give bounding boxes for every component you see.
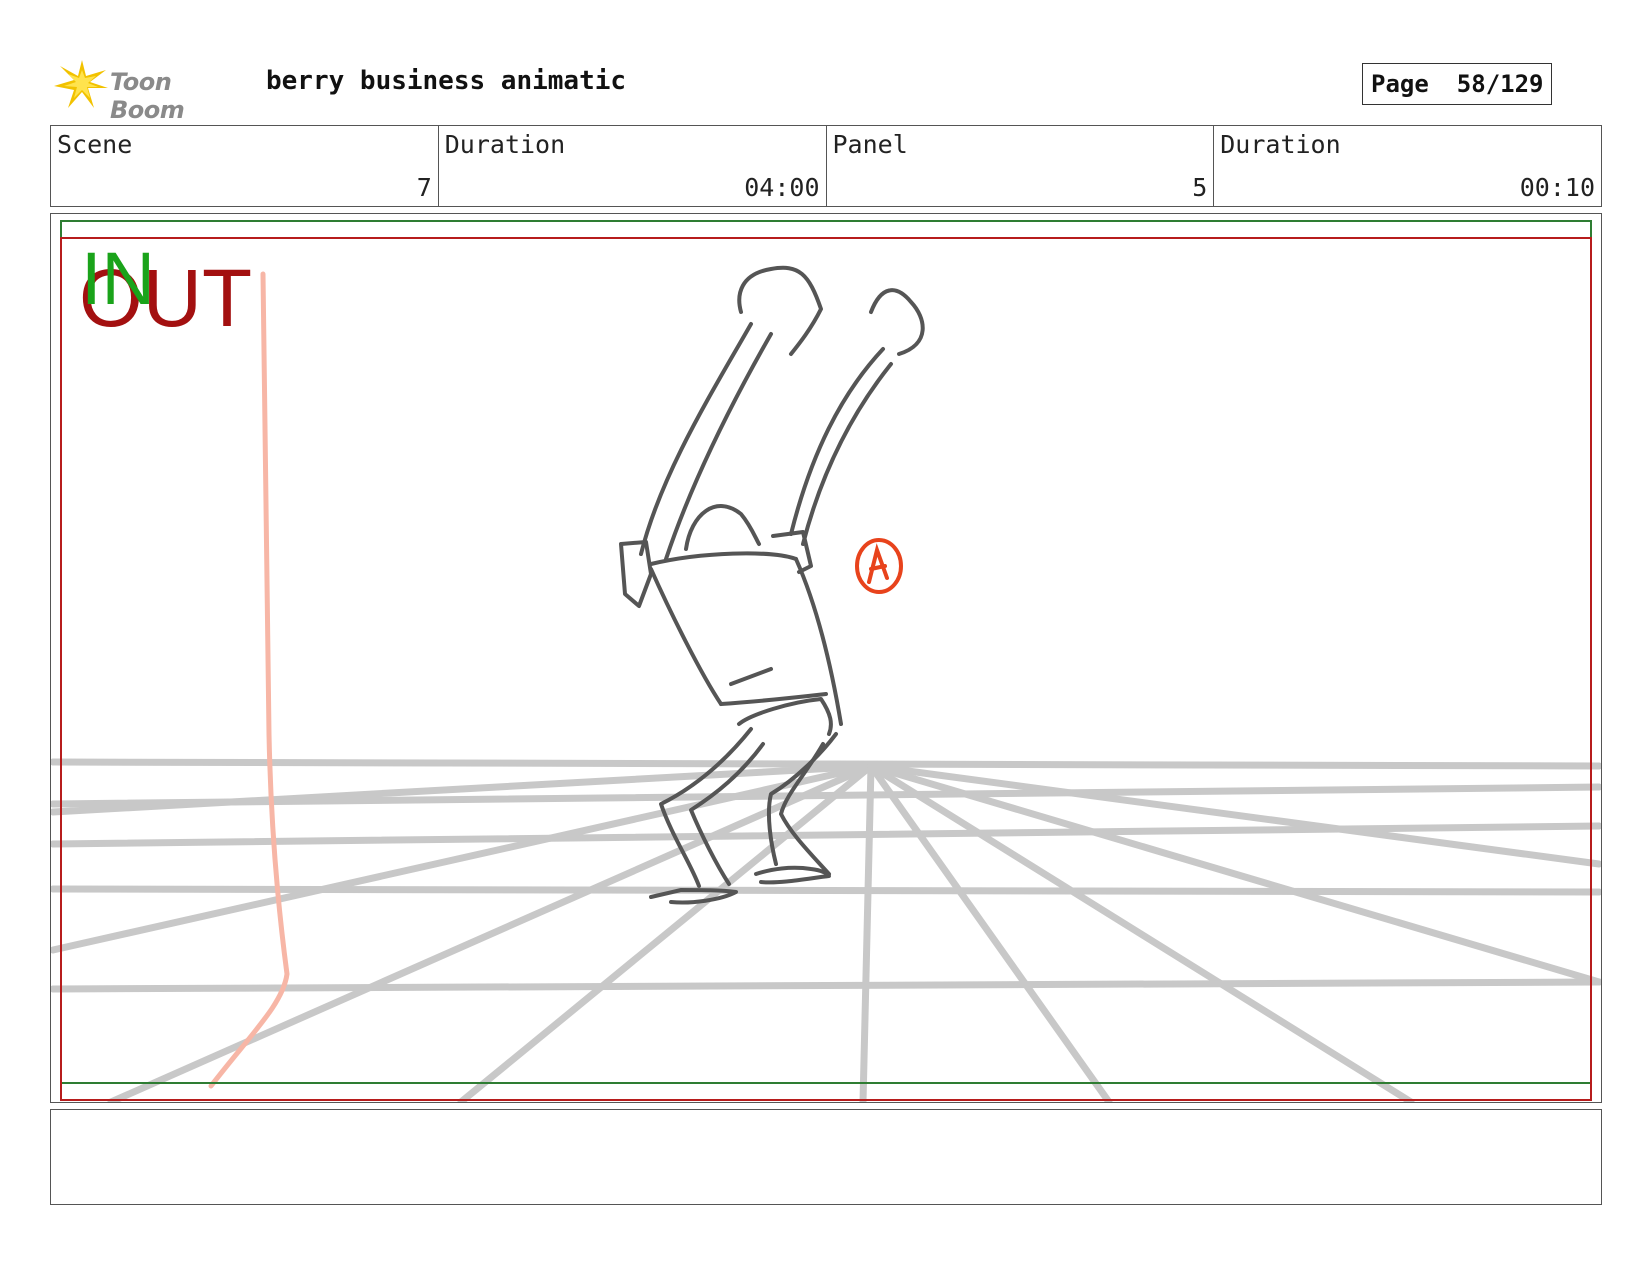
starburst-icon (54, 60, 108, 108)
info-bar: Scene 7 Duration 04:00 Panel 5 Duration … (50, 125, 1602, 207)
scene-cell: Scene 7 (51, 126, 439, 206)
logo-text: Toon Boom (110, 68, 185, 124)
action-frame-red (60, 237, 1592, 1101)
panel-duration-cell: Duration 00:10 (1214, 126, 1601, 206)
notes-box[interactable] (50, 1109, 1602, 1205)
scene-duration-cell: Duration 04:00 (439, 126, 827, 206)
panel-value: 5 (1192, 173, 1208, 202)
panel-drawing (51, 220, 1601, 1102)
page-label: Page (1371, 70, 1429, 98)
page-number: 58/129 (1456, 70, 1544, 98)
panel-cell: Panel 5 (827, 126, 1215, 206)
toon-boom-logo: Toon Boom (52, 56, 252, 124)
pink-guide-stroke (208, 271, 290, 1089)
scene-duration-label: Duration (444, 130, 566, 159)
page-indicator: Page 58/129 (1362, 63, 1552, 105)
perspective-grid (51, 758, 1601, 1102)
scene-label: Scene (57, 130, 133, 159)
scene-value: 7 (416, 173, 432, 202)
panel-label: Panel (832, 130, 908, 159)
in-marker: IN (81, 237, 155, 320)
annotation-circle-a (855, 538, 903, 594)
storyboard-panel: OUT IN (50, 213, 1602, 1103)
project-title: berry business animatic (266, 66, 627, 96)
scene-duration-value: 04:00 (744, 173, 820, 202)
panel-duration-label: Duration (1220, 130, 1341, 159)
panel-duration-value: 00:10 (1519, 173, 1595, 202)
